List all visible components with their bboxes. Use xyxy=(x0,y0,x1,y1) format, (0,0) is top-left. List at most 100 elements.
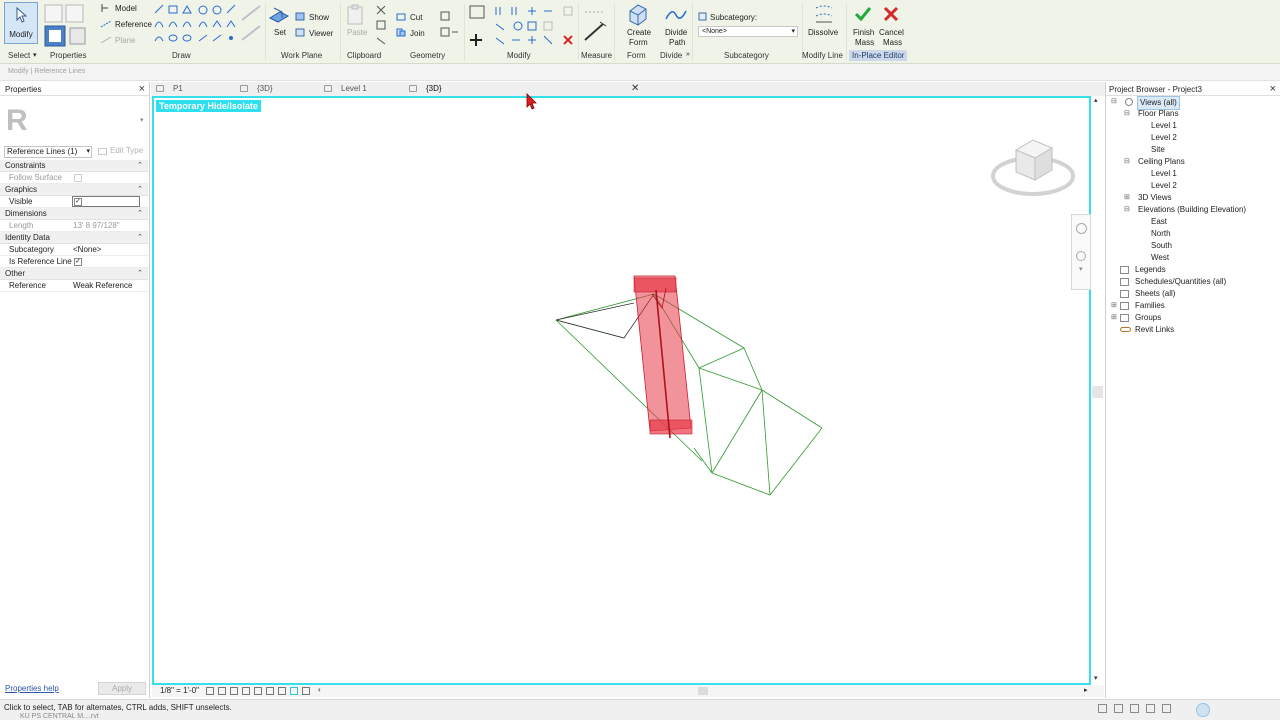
selected-reference-line[interactable] xyxy=(633,275,693,439)
show-label[interactable]: Show xyxy=(309,13,329,22)
filter-icon[interactable] xyxy=(1196,703,1210,717)
viewcube-icon[interactable] xyxy=(990,128,1076,206)
category-dimensions[interactable]: Dimensions ⌃ xyxy=(0,208,148,220)
scroll-right-icon[interactable]: ▸ xyxy=(1084,686,1088,694)
draw-reference-label[interactable]: Reference xyxy=(115,20,152,29)
select-by-face-icon[interactable] xyxy=(1162,704,1171,713)
steering-wheel-icon[interactable] xyxy=(1076,223,1087,234)
divide-path-line2[interactable]: Path xyxy=(669,38,685,47)
mass-wireframe[interactable] xyxy=(555,293,823,496)
measure-icon[interactable] xyxy=(582,6,608,46)
scroll-left-icon[interactable]: ‹ xyxy=(318,685,321,694)
cut-label[interactable]: Cut xyxy=(410,13,422,22)
shadows-icon[interactable] xyxy=(242,687,250,695)
join-label[interactable]: Join xyxy=(410,29,425,38)
collapse-icon[interactable]: ⌃ xyxy=(137,268,143,279)
clipboard-tools-icon[interactable] xyxy=(374,4,388,48)
scrollbar-thumb[interactable] xyxy=(1092,386,1103,398)
draw-model-label[interactable]: Model xyxy=(115,4,137,13)
properties-help-link[interactable]: Properties help xyxy=(5,684,59,693)
collapse-icon[interactable]: ⊟ xyxy=(1111,96,1117,108)
collapse-icon[interactable]: ⊟ xyxy=(1124,108,1130,120)
draw-tools-icon[interactable] xyxy=(153,3,237,47)
close-icon[interactable]: × xyxy=(1270,83,1276,95)
collapse-icon[interactable]: ⊟ xyxy=(1124,204,1130,216)
divide-path-line1[interactable]: Divide xyxy=(665,28,687,37)
geometry-tools-icon[interactable] xyxy=(438,10,460,42)
panel-select[interactable]: Select xyxy=(8,51,30,60)
expand-icon[interactable]: ⊞ xyxy=(1111,312,1117,324)
zoom-icon[interactable] xyxy=(1076,251,1086,261)
model-geometry[interactable] xyxy=(154,98,1089,683)
properties-icon[interactable] xyxy=(44,4,94,48)
panel-divide[interactable]: Divide xyxy=(660,51,682,60)
visible-field[interactable] xyxy=(72,196,140,207)
cancel-mass-line2[interactable]: Mass xyxy=(883,38,902,47)
show-workplane-icon[interactable] xyxy=(295,12,305,21)
subcategory-value[interactable]: <None> xyxy=(73,244,101,255)
view-scale[interactable]: 1/8" = 1'-0" xyxy=(160,686,199,695)
cancel-mass-icon[interactable] xyxy=(882,5,900,23)
viewer-label[interactable]: Viewer xyxy=(309,29,333,38)
scroll-down-icon[interactable]: ▾ xyxy=(1094,674,1098,682)
worksets-icon[interactable] xyxy=(1098,704,1107,713)
sun-path-icon[interactable] xyxy=(230,687,238,695)
design-options-icon[interactable] xyxy=(1114,704,1123,713)
close-icon[interactable]: × xyxy=(139,83,145,95)
model-line-icon[interactable] xyxy=(100,3,110,13)
category-graphics[interactable]: Graphics ⌃ xyxy=(0,184,148,196)
cut-icon[interactable] xyxy=(396,12,406,21)
show-crop-icon[interactable] xyxy=(278,687,286,695)
pick-lines-icon[interactable] xyxy=(240,4,262,44)
dissolve-icon[interactable] xyxy=(812,4,836,26)
temporary-hide-icon[interactable] xyxy=(290,687,298,695)
dissolve-label[interactable]: Dissolve xyxy=(808,28,838,37)
chevron-down-icon[interactable]: ▾ xyxy=(33,51,37,59)
cancel-mass-line1[interactable]: Cancel xyxy=(879,28,904,37)
subcategory-select[interactable]: <None> ▾ xyxy=(698,26,798,37)
visible-checkbox[interactable]: ✓ xyxy=(74,198,82,206)
visual-style-icon[interactable] xyxy=(218,687,226,695)
type-selector[interactable]: Reference Lines (1) ▾ xyxy=(4,146,92,158)
horizontal-scrollbar-thumb[interactable] xyxy=(698,687,708,695)
collapse-icon[interactable]: ⌃ xyxy=(137,208,143,219)
create-form-icon[interactable] xyxy=(626,3,650,27)
viewer-icon[interactable] xyxy=(295,28,305,37)
collapse-icon[interactable]: ⊟ xyxy=(1124,156,1130,168)
is-reference-line-checkbox[interactable]: ✓ xyxy=(74,258,82,266)
chevron-down-icon[interactable]: ▾ xyxy=(1079,265,1083,273)
modify-tools-icon[interactable] xyxy=(468,4,578,48)
close-tab-icon[interactable]: ✕ xyxy=(631,83,639,94)
crop-icon[interactable] xyxy=(266,687,274,695)
finish-mass-line1[interactable]: Finish xyxy=(853,28,874,37)
detail-level-icon[interactable] xyxy=(206,687,214,695)
set-label[interactable]: Set xyxy=(274,28,286,37)
row-reference[interactable]: Reference Weak Reference xyxy=(0,280,148,292)
finish-mass-icon[interactable] xyxy=(854,5,872,23)
scroll-up-icon[interactable]: ▴ xyxy=(1094,96,1098,104)
category-identity-data[interactable]: Identity Data ⌃ xyxy=(0,232,148,244)
select-links-icon[interactable] xyxy=(1130,704,1139,713)
panel-divide-expand-icon[interactable]: » xyxy=(686,51,690,58)
divide-path-icon[interactable] xyxy=(664,5,688,25)
select-pinned-icon[interactable] xyxy=(1146,704,1155,713)
join-icon[interactable] xyxy=(396,28,406,37)
reveal-hidden-icon[interactable] xyxy=(302,687,310,695)
category-constraints[interactable]: Constraints ⌃ xyxy=(0,160,148,172)
collapse-icon[interactable]: ⌃ xyxy=(137,232,143,243)
modify-button[interactable]: Modify xyxy=(4,2,38,44)
reference-line-icon[interactable] xyxy=(100,19,112,29)
row-subcategory[interactable]: Subcategory <None> xyxy=(0,244,148,256)
render-icon[interactable] xyxy=(254,687,262,695)
drawing-canvas[interactable]: Temporary Hide/Isolate ▾ xyxy=(152,96,1091,685)
create-form-line1[interactable]: Create xyxy=(627,28,651,37)
reference-value[interactable]: Weak Reference xyxy=(73,280,132,291)
collapse-icon[interactable]: ⌃ xyxy=(137,160,143,171)
category-other[interactable]: Other ⌃ xyxy=(0,268,148,280)
vertical-scrollbar[interactable]: ▴ ▾ xyxy=(1092,96,1103,685)
create-form-line2[interactable]: Form xyxy=(629,38,648,47)
navigation-bar[interactable]: ▾ xyxy=(1071,214,1091,290)
finish-mass-line2[interactable]: Mass xyxy=(855,38,874,47)
collapse-icon[interactable]: ⌃ xyxy=(137,184,143,195)
expand-icon[interactable]: ⊞ xyxy=(1111,300,1117,312)
